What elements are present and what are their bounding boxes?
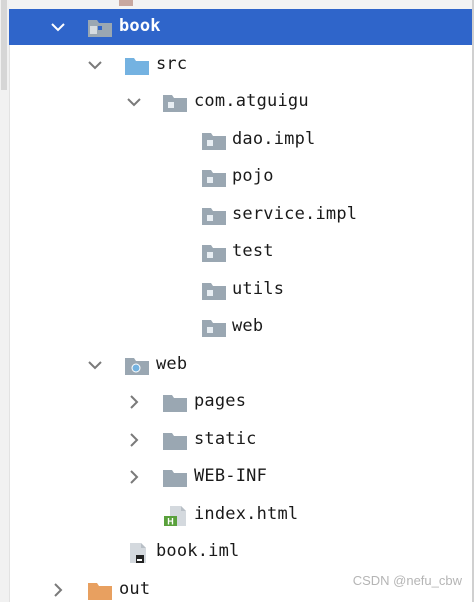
folder-icon [162,430,188,452]
tree-node-test[interactable]: test [9,234,472,270]
tree-node-label: index.html [194,503,299,524]
cut-off-icon [119,0,133,6]
scroll-thumb[interactable] [1,0,7,90]
tree-node-web[interactable]: web [9,347,472,383]
tree-node-com-atguigu[interactable]: com.atguigu [9,84,472,120]
chevron-right-icon[interactable] [49,581,67,599]
folder-icon [162,467,188,489]
package-icon [201,317,227,339]
tree-node-label: out [119,578,151,599]
tree-node-label: web [232,316,264,336]
iml-file-icon [124,542,150,564]
tree-node-label: pages [194,391,247,411]
tree-node-index-html[interactable]: Hindex.html [9,497,472,533]
package-icon [201,280,227,302]
web-folder-icon [124,355,150,377]
tree-node-service-impl[interactable]: service.impl [9,197,472,233]
tree-node-label: book [119,16,161,36]
tree-node-pages[interactable]: pages [9,384,472,420]
tree-node-label: pojo [232,166,274,186]
package-icon [162,92,188,114]
package-icon [201,242,227,264]
tree-node-dao-impl[interactable]: dao.impl [9,122,472,158]
tree-node-web-inf[interactable]: WEB-INF [9,459,472,495]
cut-off-row [9,0,472,9]
svg-text:H: H [167,516,174,526]
chevron-down-icon[interactable] [49,18,67,36]
tree-node-book[interactable]: book [9,9,472,45]
tree-node-pojo[interactable]: pojo [9,159,472,195]
chevron-down-icon[interactable] [86,356,104,374]
tree-node-label: static [194,428,257,449]
package-icon [201,205,227,227]
tree-node-label: book.iml [156,541,240,561]
tree-node-label: src [156,53,188,74]
html-file-icon: H [162,505,188,527]
watermark: CSDN @nefu_cbw [352,573,462,588]
tree-node-label: service.impl [232,203,358,224]
tree-node-label: utils [232,278,285,299]
chevron-right-icon[interactable] [125,393,143,411]
tree-node-label: dao.impl [232,128,316,149]
tree-node-utils[interactable]: utils [9,272,472,308]
tree-node-label: test [232,241,274,261]
module-folder-icon [87,17,113,39]
folder-icon [162,392,188,414]
tree-node-web[interactable]: web [9,309,472,345]
chevron-down-icon[interactable] [125,93,143,111]
tree-node-label: com.atguigu [194,91,309,111]
tree-node-book-iml[interactable]: book.iml [9,534,472,570]
excluded-folder-icon [87,580,113,602]
tree-node-static[interactable]: static [9,422,472,458]
tree-node-src[interactable]: src [9,47,472,83]
package-icon [201,130,227,152]
tree-node-label: web [156,353,188,374]
source-folder-icon [124,55,150,77]
tree-node-label: WEB-INF [194,466,268,486]
chevron-right-icon[interactable] [125,468,143,486]
chevron-right-icon[interactable] [125,431,143,449]
chevron-down-icon[interactable] [86,56,104,74]
project-tree-panel: book src com.atguigu dao.impl pojo service.im… [0,0,474,602]
package-icon [201,167,227,189]
